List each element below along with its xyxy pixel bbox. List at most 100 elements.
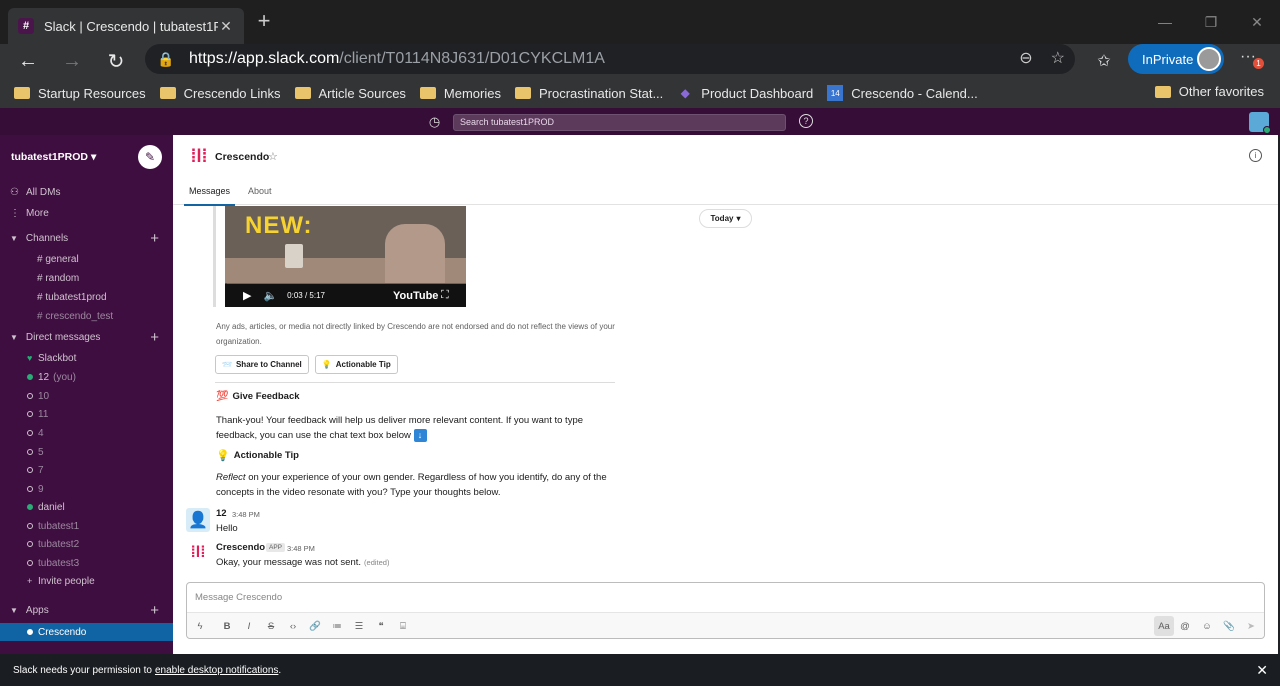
message-time[interactable]: 3:48 PM	[287, 544, 315, 553]
emoji-icon[interactable]: ☺	[1200, 619, 1214, 633]
add-app-icon[interactable]: +	[150, 602, 159, 619]
sidebar-item-tubatest1prod[interactable]: # tubatest1prod	[0, 288, 173, 306]
sidebar-item-random[interactable]: # random	[0, 269, 173, 287]
date-divider-pill[interactable]: Today ▾	[699, 209, 752, 228]
inprivate-button[interactable]: InPrivate	[1128, 44, 1224, 74]
back-icon[interactable]: ←	[14, 48, 42, 74]
crescendo-app-avatar-icon[interactable]: ⁞l⁞	[186, 541, 210, 565]
sidebar-item-dm-9[interactable]: 9	[0, 480, 173, 498]
sidebar-item-all-dms[interactable]: ⚇ All DMs	[0, 183, 173, 201]
browser-tab[interactable]: # Slack | Crescendo | tubatest1PROD ✕	[8, 8, 244, 44]
video-controls: ▶ 🔈 0:03 / 5:17 YouTube ⛶	[225, 284, 466, 307]
sidebar-item-dm-tubatest2[interactable]: tubatest2	[0, 535, 173, 553]
address-bar[interactable]: 🔒 https://app.slack.com/client/T0114N8J6…	[145, 44, 1075, 74]
strikethrough-icon[interactable]: S	[264, 619, 278, 633]
bold-icon[interactable]: B	[220, 619, 234, 633]
search-input[interactable]: Search tubatest1PROD	[453, 114, 786, 131]
new-tab-icon[interactable]: +	[254, 8, 274, 33]
window-close-icon[interactable]: ✕	[1234, 0, 1280, 44]
tab-messages[interactable]: Messages	[184, 179, 236, 206]
close-banner-icon[interactable]: ✕	[1256, 662, 1268, 679]
message-sender[interactable]: Crescendo	[216, 542, 265, 553]
add-dm-icon[interactable]: +	[150, 329, 159, 346]
sidebar-item-dm-7[interactable]: 7	[0, 461, 173, 479]
apps-section-header[interactable]: ▼ Apps +	[0, 601, 173, 619]
bookmark-crescendo-links[interactable]: Crescendo Links	[159, 86, 281, 101]
sidebar-item-dm-10[interactable]: 10	[0, 387, 173, 405]
minimize-icon[interactable]: —	[1142, 0, 1188, 44]
close-tab-icon[interactable]: ✕	[218, 18, 234, 34]
link-icon[interactable]: 🔗	[308, 619, 322, 633]
zoom-icon[interactable]: ⊖	[1019, 48, 1032, 68]
send-icon[interactable]: ➤	[1244, 619, 1258, 633]
refresh-icon[interactable]: ↻	[102, 48, 130, 74]
restore-icon[interactable]: ❐	[1188, 0, 1234, 44]
shortcuts-lightning-icon[interactable]: ϟ	[193, 619, 207, 633]
sidebar-item-dm-daniel[interactable]: daniel	[0, 498, 173, 516]
bookmark-memories[interactable]: Memories	[419, 86, 501, 101]
sidebar-item-crescendo-test[interactable]: # crescendo_test	[0, 307, 173, 325]
mention-icon[interactable]: @	[1178, 619, 1192, 633]
bookmark-label: Other favorites	[1178, 84, 1264, 99]
dms-section-header[interactable]: ▼ Direct messages +	[0, 328, 173, 346]
favorite-star-icon[interactable]: ☆	[1051, 48, 1065, 68]
enable-notifications-link[interactable]: enable desktop notifications	[155, 665, 278, 676]
favorites-icon[interactable]: ✩	[1090, 48, 1118, 74]
channel-name[interactable]: Crescendo	[215, 151, 269, 163]
attachment-bar	[213, 206, 216, 307]
channel-tabs: Messages About	[184, 179, 285, 206]
invite-people-button[interactable]: + Invite people	[0, 572, 173, 590]
share-to-channel-button[interactable]: 📨 Share to Channel	[215, 355, 309, 374]
bookmark-crescendo-calendar[interactable]: 14 Crescendo - Calend...	[827, 85, 978, 101]
ordered-list-icon[interactable]: ≔	[330, 619, 344, 633]
sidebar-item-more[interactable]: ⋮ More	[0, 204, 173, 222]
attach-icon[interactable]: 📎	[1222, 619, 1236, 633]
actionable-tip-button[interactable]: 💡 Actionable Tip	[314, 355, 398, 374]
fullscreen-icon[interactable]: ⛶	[441, 289, 449, 302]
message-sender[interactable]: 12	[216, 508, 227, 519]
sidebar-item-dm-5[interactable]: 5	[0, 443, 173, 461]
sidebar-item-dm-12[interactable]: 12 (you)	[0, 368, 173, 386]
disclaimer-text: Any ads, articles, or media not directly…	[216, 322, 615, 346]
bookmark-startup-resources[interactable]: Startup Resources	[14, 86, 146, 101]
section-label: Channels	[25, 232, 69, 244]
play-icon[interactable]: ▶	[243, 289, 251, 302]
info-icon[interactable]: i	[1249, 149, 1262, 162]
code-icon[interactable]: ‹›	[286, 619, 300, 633]
message-composer[interactable]: Message Crescendo ϟ B I S ‹› 🔗 ≔ ☰ ❝ ⌸ A…	[186, 582, 1265, 639]
add-channel-icon[interactable]: +	[150, 230, 159, 247]
workspace-name[interactable]: tubatest1PROD ▾	[11, 151, 96, 163]
sidebar-item-dm-11[interactable]: 11	[0, 405, 173, 423]
user-avatar[interactable]	[1249, 112, 1271, 134]
sidebar-item-slackbot[interactable]: ♥ Slackbot	[0, 349, 173, 367]
bookmark-product-dashboard[interactable]: ◆ Product Dashboard	[677, 86, 814, 101]
sidebar-item-dm-4[interactable]: 4	[0, 424, 173, 442]
bookmark-article-sources[interactable]: Article Sources	[294, 86, 406, 101]
video-player[interactable]: NEW: ▶ 🔈 0:03 / 5:17 YouTube ⛶	[225, 206, 466, 307]
sidebar-item-dm-tubatest1[interactable]: tubatest1	[0, 517, 173, 535]
blockquote-icon[interactable]: ❝	[374, 619, 388, 633]
user-avatar-icon[interactable]: 👤	[186, 508, 210, 532]
hash-icon: #	[37, 310, 43, 322]
star-icon[interactable]: ☆	[268, 150, 278, 163]
sidebar-item-crescendo[interactable]: Crescendo	[0, 623, 173, 641]
tab-about[interactable]: About	[243, 179, 277, 206]
bookmark-procrastination[interactable]: Procrastination Stat...	[515, 86, 663, 101]
dm-label: tubatest2	[38, 538, 80, 550]
help-icon[interactable]: ?	[799, 114, 813, 128]
italic-icon[interactable]: I	[242, 619, 256, 633]
volume-icon[interactable]: 🔈	[263, 289, 277, 302]
bookmark-other-favorites[interactable]: Other favorites	[1154, 84, 1264, 99]
sidebar-item-general[interactable]: # general	[0, 250, 173, 268]
code-block-icon[interactable]: ⌸	[396, 619, 410, 633]
presence-online-icon	[27, 374, 33, 380]
bulleted-list-icon[interactable]: ☰	[352, 619, 366, 633]
formatting-aa-icon[interactable]: Aa	[1154, 616, 1174, 636]
message-time[interactable]: 3:48 PM	[232, 510, 260, 519]
compose-icon[interactable]: ✎	[138, 145, 162, 169]
channels-section-header[interactable]: ▼ Channels +	[0, 229, 173, 247]
sidebar-item-dm-tubatest3[interactable]: tubatest3	[0, 554, 173, 572]
history-clock-icon[interactable]: ◷	[427, 114, 442, 129]
youtube-logo[interactable]: YouTube	[393, 290, 438, 302]
forward-icon[interactable]: →	[58, 48, 86, 74]
